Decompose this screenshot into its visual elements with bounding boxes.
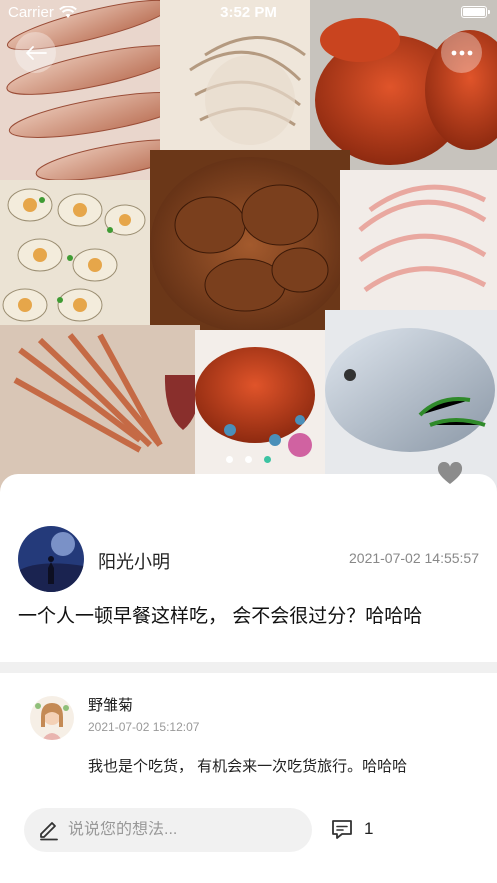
post-content: 一个人一顿早餐这样吃， 会不会很过分？哈哈哈 — [18, 606, 423, 627]
gallery-pagination — [0, 456, 497, 463]
commenter-avatar[interactable] — [30, 696, 74, 740]
comment-composer[interactable] — [24, 808, 312, 852]
pencil-icon — [40, 822, 58, 841]
comment-text: 我也是个吃货， 有机会来一次吃货旅行。哈哈哈 — [88, 758, 408, 775]
page-dot-active[interactable] — [264, 456, 271, 463]
status-bar: Carrier 3:52 PM — [0, 0, 497, 26]
more-icon — [451, 50, 472, 55]
comment-count: 1 — [364, 819, 374, 838]
seafood-photo — [0, 0, 497, 500]
comment-count-button[interactable]: 1 — [330, 818, 373, 840]
author-row: 阳光小明 2021-07-02 14:55:57 — [18, 526, 479, 592]
back-button[interactable] — [15, 32, 56, 73]
comment-timestamp: 2021-07-02 15:12:07 — [88, 720, 200, 734]
heart-icon — [437, 461, 463, 484]
author-name[interactable]: 阳光小明 — [98, 548, 170, 574]
page-dot[interactable] — [245, 456, 252, 463]
comment-item: 野雏菊 2021-07-02 15:12:07 我也是个吃货， 有机会来一次吃货… — [0, 684, 497, 775]
back-arrow-icon — [25, 45, 47, 60]
author-avatar[interactable] — [18, 526, 84, 592]
post-detail-sheet: 阳光小明 2021-07-02 14:55:57 一个人一顿早餐这样吃， 会不会… — [0, 474, 497, 883]
like-button[interactable] — [437, 461, 463, 491]
more-button[interactable] — [441, 32, 482, 73]
section-divider — [0, 662, 497, 673]
page-dot[interactable] — [226, 456, 233, 463]
food-image-gallery[interactable] — [0, 0, 497, 500]
battery-icon — [461, 6, 490, 18]
comment-input[interactable] — [68, 821, 288, 839]
commenter-name[interactable]: 野雏菊 — [88, 694, 133, 715]
clock: 3:52 PM — [220, 4, 277, 21]
comment-icon — [332, 820, 352, 839]
post-timestamp: 2021-07-02 14:55:57 — [349, 550, 479, 566]
